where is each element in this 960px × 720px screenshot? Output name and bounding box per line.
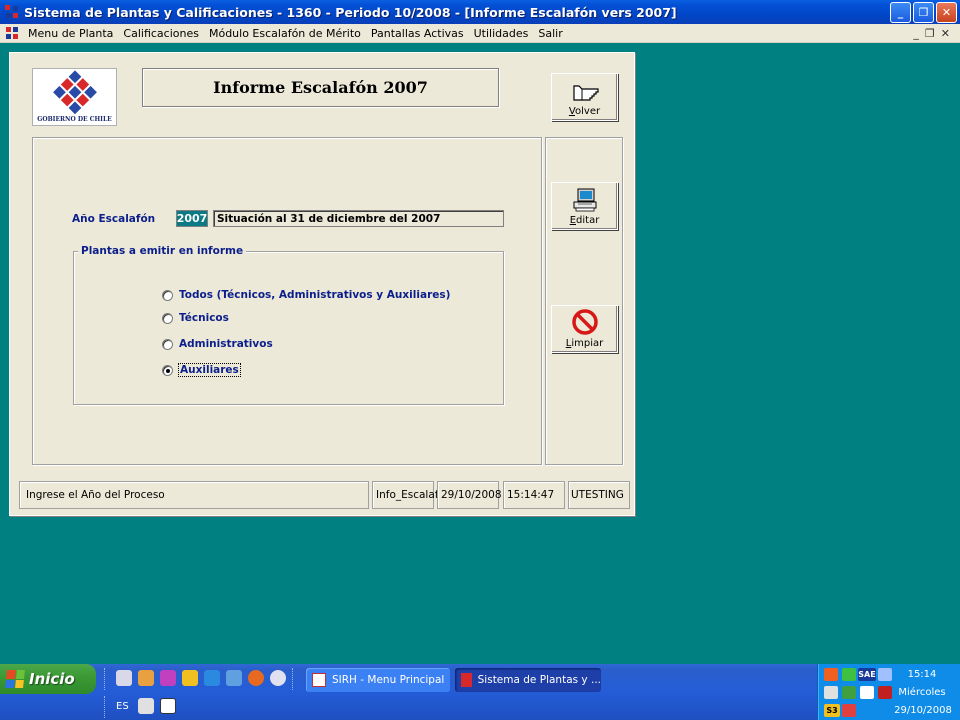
informe-escalafon-form: GOBIERNO DE CHILE Informe Escalafón 2007… [9, 52, 635, 516]
task-sistema-de-plantas[interactable]: Sistema de Plantas y ... [455, 668, 601, 692]
plantas-group-title: Plantas a emitir en informe [78, 245, 247, 257]
help-icon[interactable] [160, 698, 176, 714]
language-separator [104, 696, 107, 718]
status-form-name: Info_Escalaf [372, 481, 438, 509]
tray-gears-icon[interactable] [824, 686, 838, 699]
volver-label: olver [575, 106, 601, 117]
clock-date: 29/10/2008 [894, 705, 952, 716]
sirh-icon [312, 673, 326, 687]
taskbar: Inicio SIRH - Menu Principal Sistema de … [0, 664, 960, 720]
logo-caption: GOBIERNO DE CHILE [37, 116, 112, 123]
radio-auxiliares-label: Auxiliares [178, 363, 241, 377]
menu-pantallas-activas[interactable]: Pantallas Activas [366, 27, 469, 40]
editar-label: ditar [576, 215, 600, 226]
desktop-icon[interactable] [116, 670, 132, 686]
radio-todos[interactable]: Todos (Técnicos, Administrativos y Auxil… [162, 289, 450, 301]
menu-bar: Menu de Planta Calificaciones Módulo Esc… [0, 24, 960, 43]
language-indicator[interactable]: ES [116, 701, 129, 712]
close-button[interactable]: ✕ [936, 1, 957, 23]
radio-auxiliares[interactable]: Auxiliares [162, 363, 241, 377]
menu-utilidades[interactable]: Utilidades [469, 27, 534, 40]
quicklaunch-separator [104, 668, 107, 690]
app-icon [461, 673, 472, 687]
start-label: Inicio [29, 670, 75, 688]
tray-safely-remove-icon[interactable] [860, 686, 874, 699]
language-options-icon[interactable] [182, 698, 190, 714]
radio-administrativos-label: Administrativos [179, 338, 273, 350]
radio-tecnicos-label: Técnicos [179, 312, 229, 324]
document-menu-icon[interactable] [5, 26, 19, 40]
tray-volume-icon[interactable] [842, 704, 856, 717]
network-icon[interactable] [226, 670, 242, 686]
radio-auxiliares-button[interactable] [162, 364, 173, 376]
folder-icon[interactable] [138, 670, 154, 686]
task-label: Sistema de Plantas y ... [477, 674, 601, 686]
task-label: SIRH - Menu Principal [332, 674, 445, 686]
system-tray: SAE S3 15:14 Miércoles 29/10/2008 [817, 664, 960, 720]
clock-day: Miércoles [898, 687, 946, 698]
anio-escalafon-input[interactable]: 2007 [176, 210, 208, 227]
menu-salir[interactable]: Salir [533, 27, 567, 40]
tray-s3-icon[interactable]: S3 [824, 704, 840, 717]
title-bar: Sistema de Plantas y Calificaciones - 13… [0, 0, 960, 24]
editar-button[interactable]: Editar [551, 182, 618, 230]
media-player-icon[interactable] [270, 670, 286, 686]
status-user: UTESTING [568, 481, 630, 509]
gobierno-emblem-icon [53, 70, 97, 115]
radio-tecnicos[interactable]: Técnicos [162, 312, 229, 324]
tray-antivirus-icon[interactable] [824, 668, 838, 681]
mdi-minimize-button[interactable]: _ [913, 27, 919, 40]
clock-app-icon[interactable] [182, 670, 198, 686]
computer-print-icon [573, 188, 596, 212]
status-time: 15:14:47 [503, 481, 565, 509]
firefox-icon[interactable] [248, 670, 264, 686]
clock-time[interactable]: 15:14 [898, 669, 946, 680]
pointing-hand-icon [572, 85, 599, 101]
radio-administrativos[interactable]: Administrativos [162, 338, 273, 350]
tray-monitor-icon[interactable] [878, 668, 892, 681]
tray-update-icon[interactable] [842, 686, 856, 699]
radio-tecnicos-button[interactable] [162, 312, 173, 324]
window-title: Sistema de Plantas y Calificaciones - 13… [24, 4, 677, 20]
app-icon[interactable] [4, 4, 20, 20]
task-sirh-menu-principal[interactable]: SIRH - Menu Principal [306, 668, 450, 692]
windows-flag-icon [5, 670, 25, 688]
internet-explorer-icon[interactable] [204, 670, 220, 686]
restore-button[interactable]: ❐ [913, 1, 934, 23]
menu-menu-de-planta[interactable]: Menu de Planta [23, 27, 118, 40]
menu-calificaciones[interactable]: Calificaciones [118, 27, 204, 40]
report-title: Informe Escalafón 2007 [142, 68, 499, 107]
menu-modulo-escalafon[interactable]: Módulo Escalafón de Mérito [204, 27, 366, 40]
volver-button[interactable]: Volver [551, 73, 618, 121]
tray-network-icon[interactable] [842, 668, 856, 681]
minimize-button[interactable]: _ [890, 1, 911, 23]
limpiar-label: impiar [571, 338, 604, 349]
radio-todos-label: Todos (Técnicos, Administrativos y Auxil… [179, 289, 451, 301]
status-date: 29/10/2008 [437, 481, 502, 509]
winamp-icon[interactable] [160, 670, 176, 686]
anio-escalafon-label: Año Escalafón [72, 213, 156, 225]
gobierno-logo: GOBIERNO DE CHILE [32, 68, 117, 126]
tray-shield-icon[interactable] [878, 686, 892, 699]
status-message: Ingrese el Año del Proceso [19, 481, 369, 509]
mdi-close-button[interactable]: ✕ [941, 27, 950, 40]
mdi-restore-button[interactable]: ❐ [925, 27, 935, 40]
limpiar-button[interactable]: Limpiar [551, 305, 618, 353]
situacion-field: Situación al 31 de diciembre del 2007 [213, 210, 504, 227]
tray-sae-icon[interactable]: SAE [858, 668, 876, 681]
plantas-groupbox [73, 251, 504, 405]
radio-todos-button[interactable] [162, 289, 173, 301]
start-button[interactable]: Inicio [0, 664, 96, 694]
keyboard-icon[interactable] [138, 698, 154, 714]
radio-administrativos-button[interactable] [162, 338, 173, 350]
quicklaunch-separator-2 [292, 668, 295, 690]
no-entry-icon [571, 309, 598, 335]
